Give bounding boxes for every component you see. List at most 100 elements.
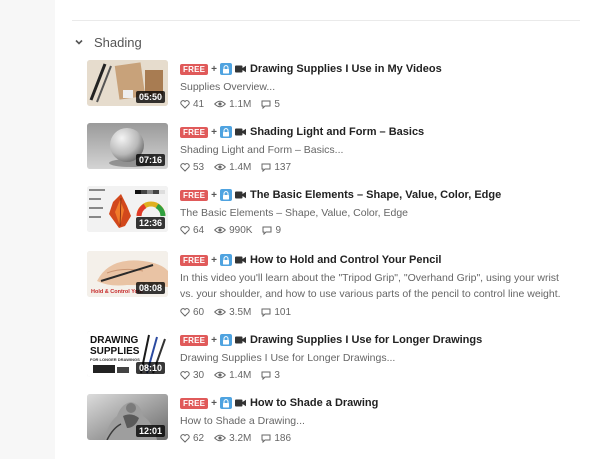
- likes-stat: 60: [180, 307, 204, 318]
- plus-sign: +: [211, 334, 217, 346]
- thumbnail-text-line: SUPPLIES: [90, 346, 140, 357]
- likes-stat: 53: [180, 162, 204, 173]
- video-camera-icon: [234, 399, 246, 407]
- lesson-item[interactable]: Hold & Control Your 08:08 FREE + How to …: [87, 251, 587, 318]
- lesson-title-link[interactable]: The Basic Elements – Shape, Value, Color…: [250, 189, 501, 201]
- comments-count: 101: [274, 306, 292, 318]
- duration-badge: 08:08: [135, 282, 165, 294]
- lesson-thumbnail[interactable]: 12:01: [87, 394, 168, 440]
- likes-count: 30: [193, 369, 205, 381]
- comment-icon: [261, 100, 271, 109]
- video-camera-icon: [234, 336, 246, 344]
- views-count: 3.2M: [229, 432, 252, 444]
- comments-stat: 5: [261, 99, 280, 110]
- comments-count: 186: [274, 432, 292, 444]
- video-camera-icon: [234, 128, 246, 136]
- lock-icon: [219, 334, 232, 346]
- comments-count: 137: [274, 161, 292, 173]
- lesson-title-link[interactable]: Drawing Supplies I Use for Longer Drawin…: [250, 334, 482, 346]
- duration-badge: 12:36: [135, 217, 165, 229]
- views-stat: 1.4M: [214, 370, 251, 381]
- views-stat: 1.1M: [214, 99, 251, 110]
- lesson-item[interactable]: 12:36 FREE + The Basic Elements – Shape,…: [87, 186, 587, 246]
- lesson-title-link[interactable]: Shading Light and Form – Basics: [250, 126, 424, 138]
- plus-sign: +: [211, 254, 217, 266]
- lesson-description: Shading Light and Form – Basics...: [180, 144, 344, 156]
- free-badge: FREE: [180, 254, 209, 266]
- lesson-thumbnail[interactable]: Hold & Control Your 08:08: [87, 251, 168, 297]
- free-badge: FREE: [180, 334, 209, 346]
- eye-icon: [214, 163, 227, 171]
- chevron-down-icon: [72, 35, 86, 49]
- thumbnail-text-line: FOR LONGER DRAWINGS: [90, 357, 140, 362]
- free-badge: FREE: [180, 397, 209, 409]
- lesson-stats: 53 1.4M 137: [180, 161, 301, 173]
- views-stat: 3.2M: [214, 433, 251, 444]
- lesson-thumbnail[interactable]: DRAWING SUPPLIES FOR LONGER DRAWINGS 08:…: [87, 331, 168, 377]
- views-stat: 990K: [214, 225, 252, 236]
- lesson-thumbnail[interactable]: 12:36: [87, 186, 168, 232]
- lesson-item[interactable]: 07:16 FREE + Shading Light and Form – Ba…: [87, 123, 587, 183]
- heart-icon: [180, 370, 190, 380]
- heart-icon: [180, 99, 190, 109]
- lesson-stats: 62 3.2M 186: [180, 432, 301, 444]
- comment-icon: [261, 163, 271, 172]
- comment-icon: [262, 226, 272, 235]
- comments-stat: 9: [262, 225, 281, 236]
- likes-stat: 30: [180, 370, 204, 381]
- heart-icon: [180, 307, 190, 317]
- comments-stat: 101: [261, 307, 291, 318]
- plus-sign: +: [211, 126, 217, 138]
- lock-icon: [219, 126, 232, 138]
- likes-stat: 41: [180, 99, 204, 110]
- views-count: 1.4M: [229, 161, 252, 173]
- lock-icon: [219, 189, 232, 201]
- plus-sign: +: [211, 63, 217, 75]
- eye-icon: [214, 371, 227, 379]
- comments-count: 5: [274, 98, 280, 110]
- lesson-stats: 41 1.1M 5: [180, 98, 290, 110]
- lesson-title-row: FREE + Drawing Supplies I Use in My Vide…: [180, 62, 442, 76]
- lesson-description: In this video you'll learn about the "Tr…: [180, 272, 561, 300]
- views-count: 990K: [229, 224, 253, 236]
- lesson-title-row: FREE + Drawing Supplies I Use for Longer…: [180, 333, 482, 347]
- views-count: 3.5M: [229, 306, 252, 318]
- top-divider: [72, 20, 580, 21]
- likes-count: 53: [193, 161, 205, 173]
- comment-icon: [261, 308, 271, 317]
- lesson-thumbnail[interactable]: 07:16: [87, 123, 168, 169]
- likes-count: 62: [193, 432, 205, 444]
- comments-count: 9: [275, 224, 282, 236]
- lesson-stats: 64 990K 9: [180, 224, 291, 236]
- likes-count: 41: [193, 98, 205, 110]
- free-badge: FREE: [180, 63, 209, 75]
- lesson-thumbnail[interactable]: 05:50: [87, 60, 168, 106]
- eye-icon: [214, 308, 227, 316]
- duration-badge: 08:10: [135, 362, 165, 374]
- lesson-description: Drawing Supplies I Use for Longer Drawin…: [180, 352, 396, 364]
- lesson-item[interactable]: 05:50 FREE + Drawing Supplies I Use in M…: [87, 60, 587, 120]
- lesson-title-link[interactable]: How to Hold and Control Your Pencil: [250, 254, 441, 266]
- likes-count: 60: [193, 306, 205, 318]
- lesson-title-row: FREE + How to Hold and Control Your Penc…: [180, 253, 441, 267]
- comments-stat: 3: [261, 370, 280, 381]
- lesson-description: Supplies Overview...: [180, 81, 276, 93]
- lesson-item[interactable]: DRAWING SUPPLIES FOR LONGER DRAWINGS 08:…: [87, 331, 587, 391]
- video-camera-icon: [234, 256, 246, 264]
- views-count: 1.1M: [229, 98, 252, 110]
- duration-badge: 05:50: [135, 91, 165, 103]
- lesson-title-link[interactable]: How to Shade a Drawing: [250, 397, 378, 409]
- plus-sign: +: [211, 397, 217, 409]
- lesson-description: How to Shade a Drawing...: [180, 415, 305, 427]
- section-header-shading[interactable]: Shading: [72, 33, 142, 51]
- likes-stat: 62: [180, 433, 204, 444]
- eye-icon: [214, 226, 227, 234]
- views-count: 1.4M: [229, 369, 252, 381]
- lesson-description: The Basic Elements – Shape, Value, Color…: [180, 207, 409, 219]
- duration-badge: 07:16: [135, 154, 165, 166]
- lesson-stats: 30 1.4M 3: [180, 369, 290, 381]
- lesson-title-link[interactable]: Drawing Supplies I Use in My Videos: [250, 63, 442, 75]
- free-badge: FREE: [180, 189, 209, 201]
- lesson-item[interactable]: 12:01 FREE + How to Shade a Drawing How …: [87, 394, 587, 454]
- heart-icon: [180, 433, 190, 443]
